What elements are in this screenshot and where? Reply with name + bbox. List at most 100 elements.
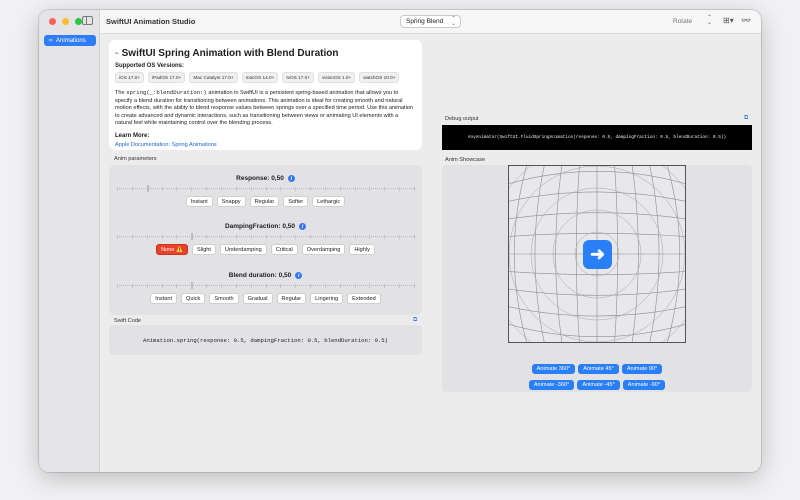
animate-button[interactable]: Animate -360° — [528, 380, 575, 390]
blend-label: Blend duration: 0,50 — [228, 272, 292, 279]
slider-tick — [339, 235, 341, 239]
response-preset-button[interactable]: Instant — [185, 196, 213, 207]
animate-button[interactable]: Animate 360° — [531, 364, 576, 374]
blend-preset-button[interactable]: Extended — [347, 293, 381, 304]
slider-tick — [131, 235, 133, 239]
blend-preset-button[interactable]: Lingering — [310, 293, 344, 304]
sidebar-item-animations[interactable]: ➾ Animations — [44, 35, 96, 46]
animate-button[interactable]: Animate 45° — [578, 364, 619, 374]
doc-title-text: SwiftUI Spring Animation with Blend Dura… — [121, 48, 339, 59]
slider-tick — [384, 187, 386, 191]
slider-tick — [369, 284, 371, 288]
showcase-label: Anim Showcase — [445, 157, 486, 163]
blend-preset-button[interactable]: Smooth — [209, 293, 239, 304]
arrow-right-icon: ➜ — [583, 240, 612, 269]
slider-tick — [146, 284, 148, 288]
copy-icon[interactable]: ⧉ — [744, 115, 748, 122]
damping-preset-button[interactable]: Overdamping — [301, 244, 346, 255]
slider-tick — [384, 284, 386, 288]
animate-button[interactable]: Animate -90° — [622, 380, 666, 390]
slider-tick — [235, 284, 237, 288]
slider-tick — [161, 235, 163, 239]
para-code: spring(_:blendDuration:) — [126, 89, 207, 96]
blend-preset-button[interactable]: Instant — [150, 293, 178, 304]
response-slider[interactable] — [117, 185, 415, 192]
info-icon[interactable]: i — [295, 272, 303, 279]
doc-title: ⌁ SwiftUI Spring Animation with Blend Du… — [115, 48, 416, 59]
response-preset-button[interactable]: Lethargic — [312, 196, 346, 207]
debug-output-box: AnyAnimator(SwiftUI.FluidSpringAnimation… — [442, 125, 752, 150]
slider-tick — [250, 187, 252, 191]
damping-preset-button[interactable]: None ⚠️ — [156, 244, 188, 255]
slider-tick — [310, 284, 312, 288]
damping-title: DampingFraction: 0,50 i — [109, 223, 422, 230]
slider-tick — [339, 284, 341, 288]
sidebar-toggle-icon[interactable] — [82, 16, 93, 25]
response-preset-button[interactable]: Softer — [283, 196, 309, 207]
slider-tick — [280, 235, 282, 239]
blend-preset-button[interactable]: Quick — [181, 293, 206, 304]
response-presets: Instant Snappy Regular Softer Lethargic — [109, 196, 422, 207]
slider-tick — [265, 284, 267, 288]
info-icon[interactable]: i — [287, 175, 295, 182]
slider-tick — [220, 284, 222, 288]
zoom-button[interactable] — [75, 18, 82, 25]
slider-tick — [265, 235, 267, 239]
damping-preset-button[interactable]: Slight — [191, 244, 216, 255]
slider-tick — [414, 187, 415, 191]
chevron-updown-icon: ⌃ ⌄ — [450, 16, 456, 27]
response-preset-button[interactable]: Regular — [249, 196, 280, 207]
slider-tick — [354, 187, 356, 191]
slider-knob[interactable] — [146, 185, 149, 192]
layout-menu-icon[interactable]: ⊞▾ — [723, 16, 734, 25]
damping-group: DampingFraction: 0,50 i None ⚠️ Slight Und… — [109, 223, 422, 255]
slider-tick — [414, 235, 415, 239]
slider-knob[interactable] — [191, 282, 194, 289]
rotate-popup[interactable]: Rotate ⌃ ⌄ — [670, 15, 716, 28]
link-icon: ⌁ — [115, 51, 119, 57]
response-preset-button[interactable]: Snappy — [216, 196, 246, 207]
info-icon[interactable]: i — [299, 223, 307, 230]
blend-group: Blend duration: 0,50 i Instant Quick Smoot… — [109, 272, 422, 304]
blend-title: Blend duration: 0,50 i — [109, 272, 422, 279]
damping-preset-button[interactable]: Highly — [349, 244, 375, 255]
animate-button[interactable]: Animate -45° — [577, 380, 620, 390]
copy-icon[interactable]: ⧉ — [413, 317, 417, 324]
slider-tick — [310, 235, 312, 239]
slider-tick — [324, 187, 326, 191]
animate-row-1: Animate 360° Animate 45° Animate 90° — [442, 364, 752, 374]
response-label: Response: 0,50 — [236, 175, 284, 182]
blend-preset-button[interactable]: Gradual — [242, 293, 273, 304]
damping-slider[interactable] — [117, 233, 415, 240]
response-title: Response: 0,50 i — [109, 175, 422, 182]
binoculars-icon[interactable]: 👓 — [741, 16, 751, 25]
slider-tick — [191, 187, 193, 191]
slider-knob[interactable] — [191, 233, 194, 240]
animation-type-popup[interactable]: Spring Blend ⌃ ⌄ — [400, 15, 461, 28]
slider-tick — [354, 235, 356, 239]
slider-tick — [161, 284, 163, 288]
blend-slider[interactable] — [117, 282, 415, 289]
damping-preset-button[interactable]: Underdamping — [219, 244, 267, 255]
damping-preset-button[interactable]: Critical — [270, 244, 298, 255]
slider-tick — [295, 284, 297, 288]
app-title: SwiftUI Animation Studio — [106, 17, 196, 26]
version-chip: visionOS 1.0+ — [317, 72, 356, 83]
close-button[interactable] — [49, 18, 56, 25]
slider-tick — [117, 187, 118, 191]
slider-tick — [117, 284, 118, 288]
window-controls — [49, 18, 82, 25]
minimize-button[interactable] — [62, 18, 69, 25]
slider-tick — [176, 284, 178, 288]
animate-row-2: Animate -360° Animate -45° Animate -90° — [442, 380, 752, 390]
apple-docs-link[interactable]: Apple Documentation: Spring Animations — [115, 142, 416, 148]
version-chip: watchOS 10.0+ — [359, 72, 400, 83]
debug-output-label: Debug output — [445, 116, 479, 122]
documentation-card: ⌁ SwiftUI Spring Animation with Blend Du… — [109, 40, 422, 150]
animate-button[interactable]: Animate 90° — [621, 364, 663, 374]
version-chip: Mac Catalyst 17.0+ — [189, 72, 238, 83]
damping-label: DampingFraction: 0,50 — [224, 223, 296, 230]
slider-tick — [146, 235, 148, 239]
version-chip: iOS 17.0+ — [115, 72, 144, 83]
blend-preset-button[interactable]: Regular — [276, 293, 307, 304]
